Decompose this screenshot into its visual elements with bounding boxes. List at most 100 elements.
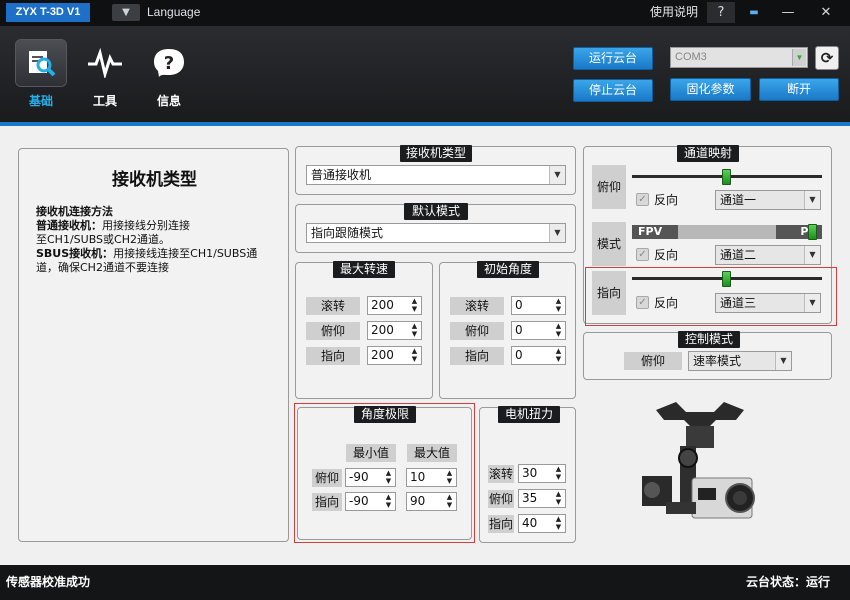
nav-tools-label: 工具 (92, 94, 117, 108)
angle-limit-max-header: 最大值 (407, 444, 457, 462)
max-speed-pitch-input[interactable]: 200 ▲ ▼ (367, 321, 422, 340)
main-content: 接收机类型 接收机连接方法 普通接收机：用接接线分别连接 至CH1/SUBS或C… (0, 122, 850, 565)
spin-arrows-icon[interactable]: ▲ ▼ (554, 490, 563, 506)
gimbal-status: 云台状态：运行 (745, 575, 830, 589)
chat-icon[interactable]: ▬ (740, 2, 768, 23)
init-angle-yaw-input[interactable]: 0 ▲ ▼ (511, 346, 566, 365)
mode-switch-track[interactable]: FPV PF (632, 225, 822, 239)
nav-info-label: 信息 (156, 94, 181, 108)
magnifier-document-icon (16, 40, 66, 86)
default-mode-group: 默认模式 指向跟随模式 ▼ (295, 203, 576, 253)
help-link[interactable]: 使用说明 (650, 4, 698, 21)
normal-receiver-text: 用接接线分别连接 (102, 219, 190, 232)
spin-arrows-icon[interactable]: ▲ ▼ (554, 465, 563, 481)
spin-arrows-icon[interactable]: ▲ ▼ (554, 322, 563, 338)
spin-arrows-icon[interactable]: ▲ ▼ (554, 515, 563, 531)
channel-mode-slider-knob[interactable] (807, 224, 817, 240)
channel-mode-select[interactable]: 通道二 ▼ (715, 245, 821, 265)
channel-pitch-slider-knob[interactable] (722, 169, 731, 185)
channel-mode-label: 模式 (592, 222, 626, 266)
control-mode-pitch-label: 俯仰 (624, 352, 682, 370)
receiver-info-title: 接收机类型 (112, 170, 197, 190)
mode-fpv-label: FPV (632, 225, 678, 239)
angle-limit-yaw-min-input[interactable]: -90 ▲ ▼ (345, 492, 396, 511)
motor-torque-yaw-input[interactable]: 40 ▲ ▼ (518, 514, 566, 533)
minimize-icon[interactable]: — (774, 2, 802, 23)
sbus-receiver-text2: 道，确保CH2通道不要连接 (36, 261, 169, 274)
angle-limit-pitch-max-input[interactable]: 10 ▲ ▼ (406, 468, 457, 487)
run-gimbal-button[interactable]: 运行云台 (573, 47, 653, 70)
max-speed-title: 最大转速 (333, 261, 395, 278)
motor-torque-yaw-value: 40 (522, 516, 538, 530)
receiver-info-panel: 接收机类型 接收机连接方法 普通接收机：用接接线分别连接 至CH1/SUBS或C… (18, 148, 289, 542)
control-mode-select[interactable]: 速率模式 ▼ (688, 351, 792, 371)
receiver-instructions: 接收机连接方法 普通接收机：用接接线分别连接 至CH1/SUBS或CH2通道。 … (36, 205, 281, 275)
channel-pitch-select[interactable]: 通道一 ▼ (715, 190, 821, 210)
spin-arrows-icon[interactable]: ▲ ▼ (410, 347, 419, 363)
receiver-type-select[interactable]: 普通接收机 ▼ (306, 165, 566, 185)
disconnect-button[interactable]: 断开 (759, 78, 839, 101)
init-angle-pitch-label: 俯仰 (450, 322, 504, 340)
close-icon[interactable]: ✕ (812, 2, 840, 23)
gimbal-image (636, 398, 764, 534)
init-angle-yaw-label: 指向 (450, 347, 504, 365)
help-icon[interactable]: ? (707, 2, 735, 23)
spin-arrows-icon[interactable]: ▲ ▼ (554, 297, 563, 313)
com-port-value: COM3 (675, 51, 707, 63)
header-toolbar: 基础 工具 ? 信息 运行云台 停止云台 COM3 ▼ ⟳ 固化参数 断开 (0, 26, 850, 122)
sbus-receiver-label: SBUS接收机： (36, 247, 114, 260)
motor-torque-pitch-value: 35 (522, 491, 538, 505)
spin-arrows-icon[interactable]: ▲ ▼ (410, 322, 419, 338)
motor-torque-roll-value: 30 (522, 466, 538, 480)
angle-limit-group: 角度极限 最小值 最大值 俯仰 -90 ▲ ▼ 10 ▲ ▼ 指向 -90 ▲ ▼ 90 ▲ ▼ (297, 406, 472, 540)
com-port-select[interactable]: COM3 ▼ (670, 47, 808, 68)
channel-pitch-label: 俯仰 (592, 165, 626, 209)
com-dropdown-icon[interactable]: ▼ (792, 49, 806, 66)
spin-arrows-icon[interactable]: ▲ ▼ (445, 469, 454, 485)
init-angle-pitch-input[interactable]: 0 ▲ ▼ (511, 321, 566, 340)
channel-pitch-reverse-label: 反向 (654, 193, 679, 207)
max-speed-yaw-label: 指向 (306, 347, 360, 365)
spin-arrows-icon[interactable]: ▲ ▼ (384, 469, 393, 485)
nav-basic-label: 基础 (28, 94, 53, 108)
motor-torque-title: 电机扭力 (498, 406, 560, 423)
max-speed-roll-input[interactable]: 200 ▲ ▼ (367, 296, 422, 315)
nav-basic[interactable]: 基础 (14, 40, 68, 116)
channel-map-title: 通道映射 (677, 145, 739, 162)
angle-limit-yaw-min-value: -90 (349, 494, 369, 508)
channel-mode-reverse-checkbox[interactable]: ✓ (636, 248, 649, 261)
solidify-params-button[interactable]: 固化参数 (670, 78, 751, 101)
init-angle-roll-input[interactable]: 0 ▲ ▼ (511, 296, 566, 315)
spin-arrows-icon[interactable]: ▲ ▼ (410, 297, 419, 313)
max-speed-yaw-input[interactable]: 200 ▲ ▼ (367, 346, 422, 365)
angle-limit-pitch-max-value: 10 (410, 470, 426, 484)
normal-receiver-text2: 至CH1/SUBS或CH2通道。 (36, 233, 170, 246)
channel-pitch-reverse-checkbox[interactable]: ✓ (636, 193, 649, 206)
control-mode-group: 控制模式 俯仰 速率模式 ▼ (583, 331, 832, 380)
max-speed-pitch-value: 200 (371, 323, 394, 337)
angle-limit-pitch-min-value: -90 (349, 470, 369, 484)
default-mode-select[interactable]: 指向跟随模式 ▼ (306, 223, 566, 243)
angle-limit-title: 角度极限 (354, 406, 416, 423)
chevron-down-icon: ▼ (549, 166, 565, 184)
spin-arrows-icon[interactable]: ▲ ▼ (554, 347, 563, 363)
spin-arrows-icon[interactable]: ▲ ▼ (445, 493, 454, 509)
angle-limit-yaw-max-input[interactable]: 90 ▲ ▼ (406, 492, 457, 511)
max-speed-pitch-label: 俯仰 (306, 322, 360, 340)
motor-torque-roll-input[interactable]: 30 ▲ ▼ (518, 464, 566, 483)
language-dropdown-icon[interactable]: ▼ (112, 4, 140, 21)
nav-tools[interactable]: 工具 (78, 40, 132, 116)
motor-torque-pitch-input[interactable]: 35 ▲ ▼ (518, 489, 566, 508)
init-angle-yaw-value: 0 (515, 348, 523, 362)
refresh-icon[interactable]: ⟳ (815, 46, 839, 70)
question-bubble-icon: ? (144, 40, 194, 86)
spin-arrows-icon[interactable]: ▲ ▼ (384, 493, 393, 509)
stop-gimbal-button[interactable]: 停止云台 (573, 79, 653, 102)
angle-limit-pitch-min-input[interactable]: -90 ▲ ▼ (345, 468, 396, 487)
language-label[interactable]: Language (147, 4, 200, 21)
nav-info[interactable]: ? 信息 (142, 40, 196, 116)
motor-torque-yaw-label: 指向 (488, 515, 514, 533)
init-angle-title: 初始角度 (477, 261, 539, 278)
angle-limit-yaw-label: 指向 (312, 493, 342, 511)
default-mode-title: 默认模式 (404, 203, 468, 220)
